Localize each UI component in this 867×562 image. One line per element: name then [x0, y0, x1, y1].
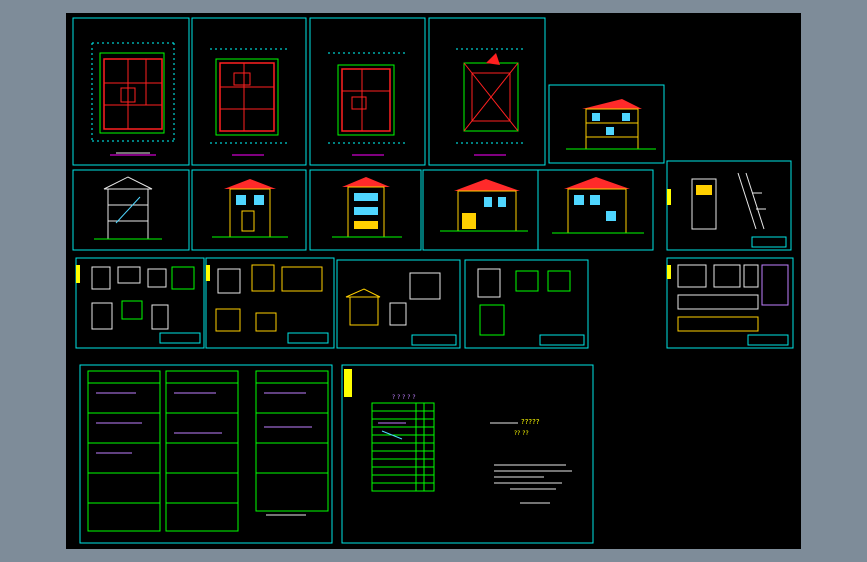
cover-table-heading: ? ? ? ? ? [392, 394, 416, 401]
sheet-roof-plan[interactable] [428, 17, 546, 166]
sheet-elevation-east[interactable] [422, 169, 539, 251]
section-drawing [94, 176, 162, 240]
sheet-window-door-schedule[interactable] [666, 257, 794, 349]
elevation-east-drawing [440, 179, 528, 232]
sheet-floor-plan-2[interactable] [191, 17, 307, 166]
sheet-detail-4[interactable] [464, 259, 589, 349]
window-door-schedule-drawing [677, 264, 789, 346]
sheet-detail-3[interactable] [336, 259, 461, 349]
stair-details-drawing [691, 172, 787, 248]
elevation-north-drawing [332, 177, 402, 238]
sheet-elevation-north[interactable] [309, 169, 422, 251]
cover-subtitle-mark: ?? ?? [514, 430, 529, 437]
detail-2-marker [206, 265, 210, 281]
elevation-west-drawing [552, 177, 644, 234]
cover-side-marker [344, 369, 352, 397]
floor-plan-2-drawing [210, 48, 288, 156]
detail-1-drawing [91, 266, 201, 344]
sheet-detail-2[interactable] [205, 257, 335, 349]
floor-plan-1-drawing [91, 42, 175, 156]
roof-plan-drawing [456, 48, 526, 156]
sheet-elevation-west[interactable] [537, 169, 654, 251]
sheet-front-elevation-3d[interactable] [548, 84, 665, 164]
sheet-cover[interactable]: ? ? ? ? ? ????? ?? ?? [341, 364, 594, 544]
detail-1-marker [76, 265, 80, 283]
design-notes-table-drawing [87, 370, 329, 532]
sheet-stair-details[interactable] [666, 160, 792, 251]
cover-drawing-index [371, 402, 435, 492]
sheet-design-notes-table[interactable] [79, 364, 333, 544]
cad-drawing-canvas[interactable]: ? ? ? ? ? ????? ?? ?? [66, 13, 801, 549]
detail-4-drawing [477, 268, 585, 346]
detail-3-drawing [345, 272, 457, 346]
sheet-elevation-south[interactable] [191, 169, 307, 251]
cover-title-mark: ????? [521, 418, 540, 426]
cover-general-notes [490, 422, 572, 504]
elevation-south-drawing [212, 179, 288, 238]
sheet-floor-plan-3[interactable] [309, 17, 426, 166]
sheet-floor-plan-1[interactable] [72, 17, 190, 166]
sheet-detail-1[interactable] [75, 257, 205, 349]
sheet-section[interactable] [72, 169, 190, 251]
schedule-marker [667, 265, 671, 279]
floor-plan-3-drawing [328, 52, 406, 156]
stair-sheet-marker [667, 189, 671, 205]
elevation-3d-drawing [566, 99, 656, 150]
detail-2-drawing [215, 264, 329, 344]
